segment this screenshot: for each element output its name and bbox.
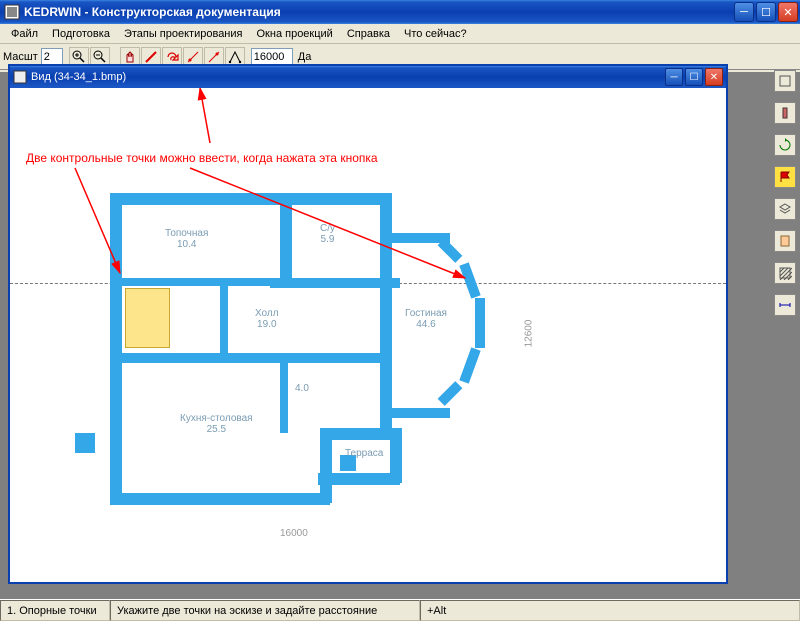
rtool-8[interactable] xyxy=(774,294,796,316)
redo-icon xyxy=(165,50,179,64)
room-su-name: С/у xyxy=(320,223,335,234)
flag-icon xyxy=(778,170,792,184)
zoom-out-icon xyxy=(93,50,107,64)
titlebar: KEDRWIN - Конструкторская документация ─… xyxy=(0,0,800,24)
menu-whatnow[interactable]: Что сейчас? xyxy=(397,26,474,42)
point2-icon xyxy=(207,50,221,64)
annotation-text: Две контрольные точки можно ввести, когд… xyxy=(26,151,378,165)
rtool-1[interactable] xyxy=(774,70,796,92)
child-window: Вид (34-34_1.bmp) ─ ☐ ✕ Две контрольные … xyxy=(8,64,728,584)
app-icon xyxy=(4,4,20,20)
distance-input[interactable] xyxy=(251,48,293,66)
floor-plan: Топочная10.4 С/у5.9 Холл19.0 Гостиная44.… xyxy=(70,173,570,533)
room-topochnaya-area: 10.4 xyxy=(177,239,196,250)
scale-input[interactable] xyxy=(41,48,63,66)
point1-icon xyxy=(186,50,200,64)
column-icon xyxy=(778,106,792,120)
room-kuhnya-name: Кухня-столовая xyxy=(180,413,253,424)
rtool-7[interactable] xyxy=(774,262,796,284)
minimize-button[interactable]: ─ xyxy=(734,2,754,22)
child-titlebar: Вид (34-34_1.bmp) ─ ☐ ✕ xyxy=(10,66,726,88)
palette-icon xyxy=(778,74,792,88)
room-gostinaya-name: Гостиная xyxy=(405,308,447,319)
child-title: Вид (34-34_1.bmp) xyxy=(31,71,665,83)
menu-podgotovka[interactable]: Подготовка xyxy=(45,26,117,42)
dimension-icon xyxy=(778,298,792,312)
rtool-5[interactable] xyxy=(774,198,796,220)
room-su-area: 5.9 xyxy=(321,234,335,245)
da-label[interactable]: Да xyxy=(298,51,312,63)
window-title: KEDRWIN - Конструкторская документация xyxy=(24,5,734,19)
room-small-area: 4.0 xyxy=(295,383,309,394)
layers-icon xyxy=(778,202,792,216)
rtool-3[interactable] xyxy=(774,134,796,156)
hatch-icon xyxy=(778,266,792,280)
stairs xyxy=(125,288,170,348)
room-holl-name: Холл xyxy=(255,308,279,319)
child-minimize-button[interactable]: ─ xyxy=(665,68,683,86)
zoom-in-icon xyxy=(72,50,86,64)
child-maximize-button[interactable]: ☐ xyxy=(685,68,703,86)
room-kuhnya-area: 25.5 xyxy=(207,424,226,435)
rtool-2[interactable] xyxy=(774,102,796,124)
line-red-icon xyxy=(144,50,158,64)
dim-height: 12600 xyxy=(523,320,534,348)
close-button[interactable]: ✕ xyxy=(778,2,798,22)
status-cell-2: Укажите две точки на эскизе и задайте ра… xyxy=(110,600,420,621)
room-holl-area: 19.0 xyxy=(257,319,276,330)
child-icon xyxy=(13,70,27,84)
dim-width: 16000 xyxy=(280,528,308,539)
status-cell-3: +Alt xyxy=(420,600,800,621)
status-cell-1: 1. Опорные точки xyxy=(0,600,110,621)
menubar: Файл Подготовка Этапы проектирования Окн… xyxy=(0,24,800,44)
two-points-icon xyxy=(228,50,242,64)
menu-stages[interactable]: Этапы проектирования xyxy=(117,26,250,42)
room-terrasa-name: Терраса xyxy=(345,448,383,459)
mdi-workspace: Вид (34-34_1.bmp) ─ ☐ ✕ Две контрольные … xyxy=(0,72,800,599)
menu-file[interactable]: Файл xyxy=(4,26,45,42)
scale-label: Масшт xyxy=(3,51,38,63)
refresh-icon xyxy=(778,138,792,152)
statusbar: 1. Опорные точки Укажите две точки на эс… xyxy=(0,599,800,621)
doc-icon xyxy=(778,234,792,248)
menu-help[interactable]: Справка xyxy=(340,26,397,42)
right-tool-palette xyxy=(774,70,798,316)
hand-icon xyxy=(123,50,137,64)
room-gostinaya-area: 44.6 xyxy=(416,319,435,330)
child-close-button[interactable]: ✕ xyxy=(705,68,723,86)
room-topochnaya-name: Топочная xyxy=(165,228,208,239)
menu-projections[interactable]: Окна проекций xyxy=(250,26,340,42)
rtool-4[interactable] xyxy=(774,166,796,188)
rtool-6[interactable] xyxy=(774,230,796,252)
child-canvas[interactable]: Две контрольные точки можно ввести, когд… xyxy=(10,88,726,582)
maximize-button[interactable]: ☐ xyxy=(756,2,776,22)
